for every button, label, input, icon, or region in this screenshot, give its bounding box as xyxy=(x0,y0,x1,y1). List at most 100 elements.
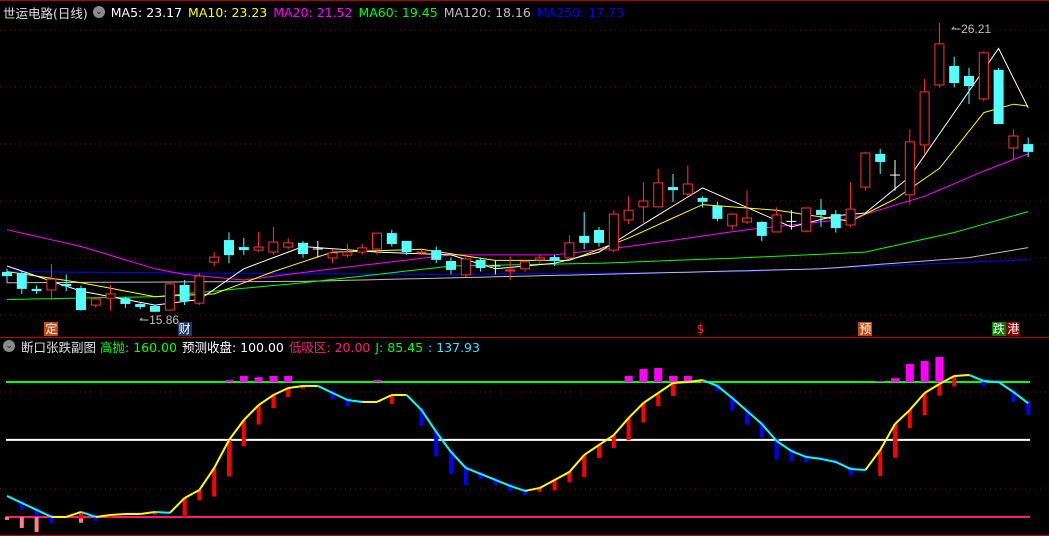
j-line-segment xyxy=(228,419,245,441)
low-price-label: ↼15.86 xyxy=(139,313,179,327)
candle-body xyxy=(372,232,382,250)
low-price-value: 15.86 xyxy=(149,313,180,327)
candle-body xyxy=(653,182,664,208)
candle-body xyxy=(801,207,812,232)
j-line-segment xyxy=(184,489,200,499)
candle-body xyxy=(964,76,974,87)
j-line-segment xyxy=(554,471,570,481)
candle-body xyxy=(742,217,752,223)
indicator-label-0: 高抛: 160.00 xyxy=(100,339,177,355)
j-line-segment xyxy=(288,384,304,389)
ma-label-3: MA60: 19.45 xyxy=(358,4,438,20)
j-line-segment xyxy=(583,444,600,456)
j-line-segment xyxy=(806,456,822,460)
j-line-segment xyxy=(509,484,526,492)
indicator-label-3: J: 85.45 xyxy=(375,339,424,355)
indicator-legend: 高抛: 160.00 预测收盘: 100.00 低吸区: 20.00 J: 85.45… xyxy=(100,337,485,356)
j-line-segment xyxy=(864,449,882,471)
candle-body xyxy=(224,240,234,256)
chevron-down-icon[interactable]: ⌄ xyxy=(3,340,15,352)
candle-body xyxy=(76,288,86,311)
j-line-segment xyxy=(110,512,126,516)
j-line-segment xyxy=(376,394,393,403)
candle-body xyxy=(135,303,146,308)
rise-bar xyxy=(582,454,587,478)
candle-body xyxy=(875,153,886,162)
arrow-icon: ↼ xyxy=(951,22,962,36)
j-line-segment xyxy=(272,387,289,396)
j-line-segment xyxy=(746,410,763,425)
j-line-segment xyxy=(909,392,926,411)
j-line-segment xyxy=(627,402,645,419)
candle-body xyxy=(460,258,471,276)
j-line-segment xyxy=(6,495,23,504)
j-line-segment xyxy=(924,383,940,394)
candle-body xyxy=(194,275,205,304)
j-line-segment xyxy=(140,510,156,515)
j-line-segment xyxy=(1012,391,1029,405)
candle-body xyxy=(830,214,841,229)
j-line-segment xyxy=(879,423,896,451)
ma-label-4: MA120: 18.16 xyxy=(443,4,531,20)
rise-bar xyxy=(212,467,217,497)
candle-body xyxy=(431,250,442,260)
j-line-segment xyxy=(672,381,688,384)
signal-marker: 港 xyxy=(1006,322,1021,336)
j-line-segment xyxy=(731,397,748,412)
high-zone-bar xyxy=(269,376,278,382)
candle-body xyxy=(31,288,42,292)
ma-label-2: MA20: 21.52 xyxy=(273,4,353,20)
j-line-segment xyxy=(761,423,778,442)
candle-body xyxy=(150,305,160,312)
high-zone-bar xyxy=(239,376,248,382)
high-zone-bar xyxy=(254,377,263,382)
candle-body xyxy=(904,141,915,196)
high-zone-bar xyxy=(225,380,233,382)
candle-body xyxy=(342,251,353,256)
ma-line-ma60 xyxy=(6,211,1029,300)
j-line-segment xyxy=(435,431,452,453)
rise-bar xyxy=(907,409,912,429)
candle-body xyxy=(845,208,856,226)
main-chart-header: 世运电路(日线) ⌄ MA5: 23.17 MA10: 23.23 MA20: 21… xyxy=(0,3,636,21)
j-line-segment xyxy=(657,382,674,394)
candle-body xyxy=(949,65,960,83)
ma-line-ma20 xyxy=(6,153,1029,281)
candle-body xyxy=(712,206,723,219)
high-zone-bar xyxy=(905,363,914,382)
candle-body xyxy=(164,283,175,311)
high-price-value: 26.21 xyxy=(961,22,992,36)
j-line-segment xyxy=(850,467,866,472)
candle-body xyxy=(1023,144,1034,152)
high-zone-bar xyxy=(920,360,929,382)
candle-body xyxy=(534,257,545,261)
stock-chart-window: 世运电路(日线) ⌄ MA5: 23.17 MA10: 23.23 MA20: 21… xyxy=(0,0,1049,536)
candle-body xyxy=(253,246,264,251)
rise-bar xyxy=(922,392,927,416)
candle-body xyxy=(283,242,294,248)
candle-body xyxy=(919,91,930,146)
high-zone-bar xyxy=(639,368,648,382)
candle-body xyxy=(401,240,412,253)
candle-body xyxy=(771,214,782,233)
j-line-segment xyxy=(716,385,733,399)
j-line-segment xyxy=(791,450,807,458)
candle-body xyxy=(756,221,767,236)
high-zone-bar xyxy=(373,380,381,382)
j-line-segment xyxy=(154,510,170,514)
j-line-segment xyxy=(450,451,467,469)
chevron-down-icon[interactable]: ⌄ xyxy=(92,6,105,18)
candle-body xyxy=(416,251,427,254)
high-zone-bar xyxy=(654,368,663,382)
candle-body xyxy=(564,242,575,259)
candle-body xyxy=(860,152,871,188)
j-line-segment xyxy=(524,486,540,492)
j-line-segment xyxy=(776,440,792,452)
ma-legend: MA5: 23.17 MA10: 23.23 MA20: 21.52 MA60: 19… xyxy=(111,5,630,20)
chart-canvas xyxy=(0,0,1049,536)
j-line-segment xyxy=(347,399,363,403)
candle-body xyxy=(623,209,634,221)
candle-body xyxy=(446,260,456,270)
rise-bar xyxy=(626,417,631,441)
j-line-segment xyxy=(198,467,216,491)
